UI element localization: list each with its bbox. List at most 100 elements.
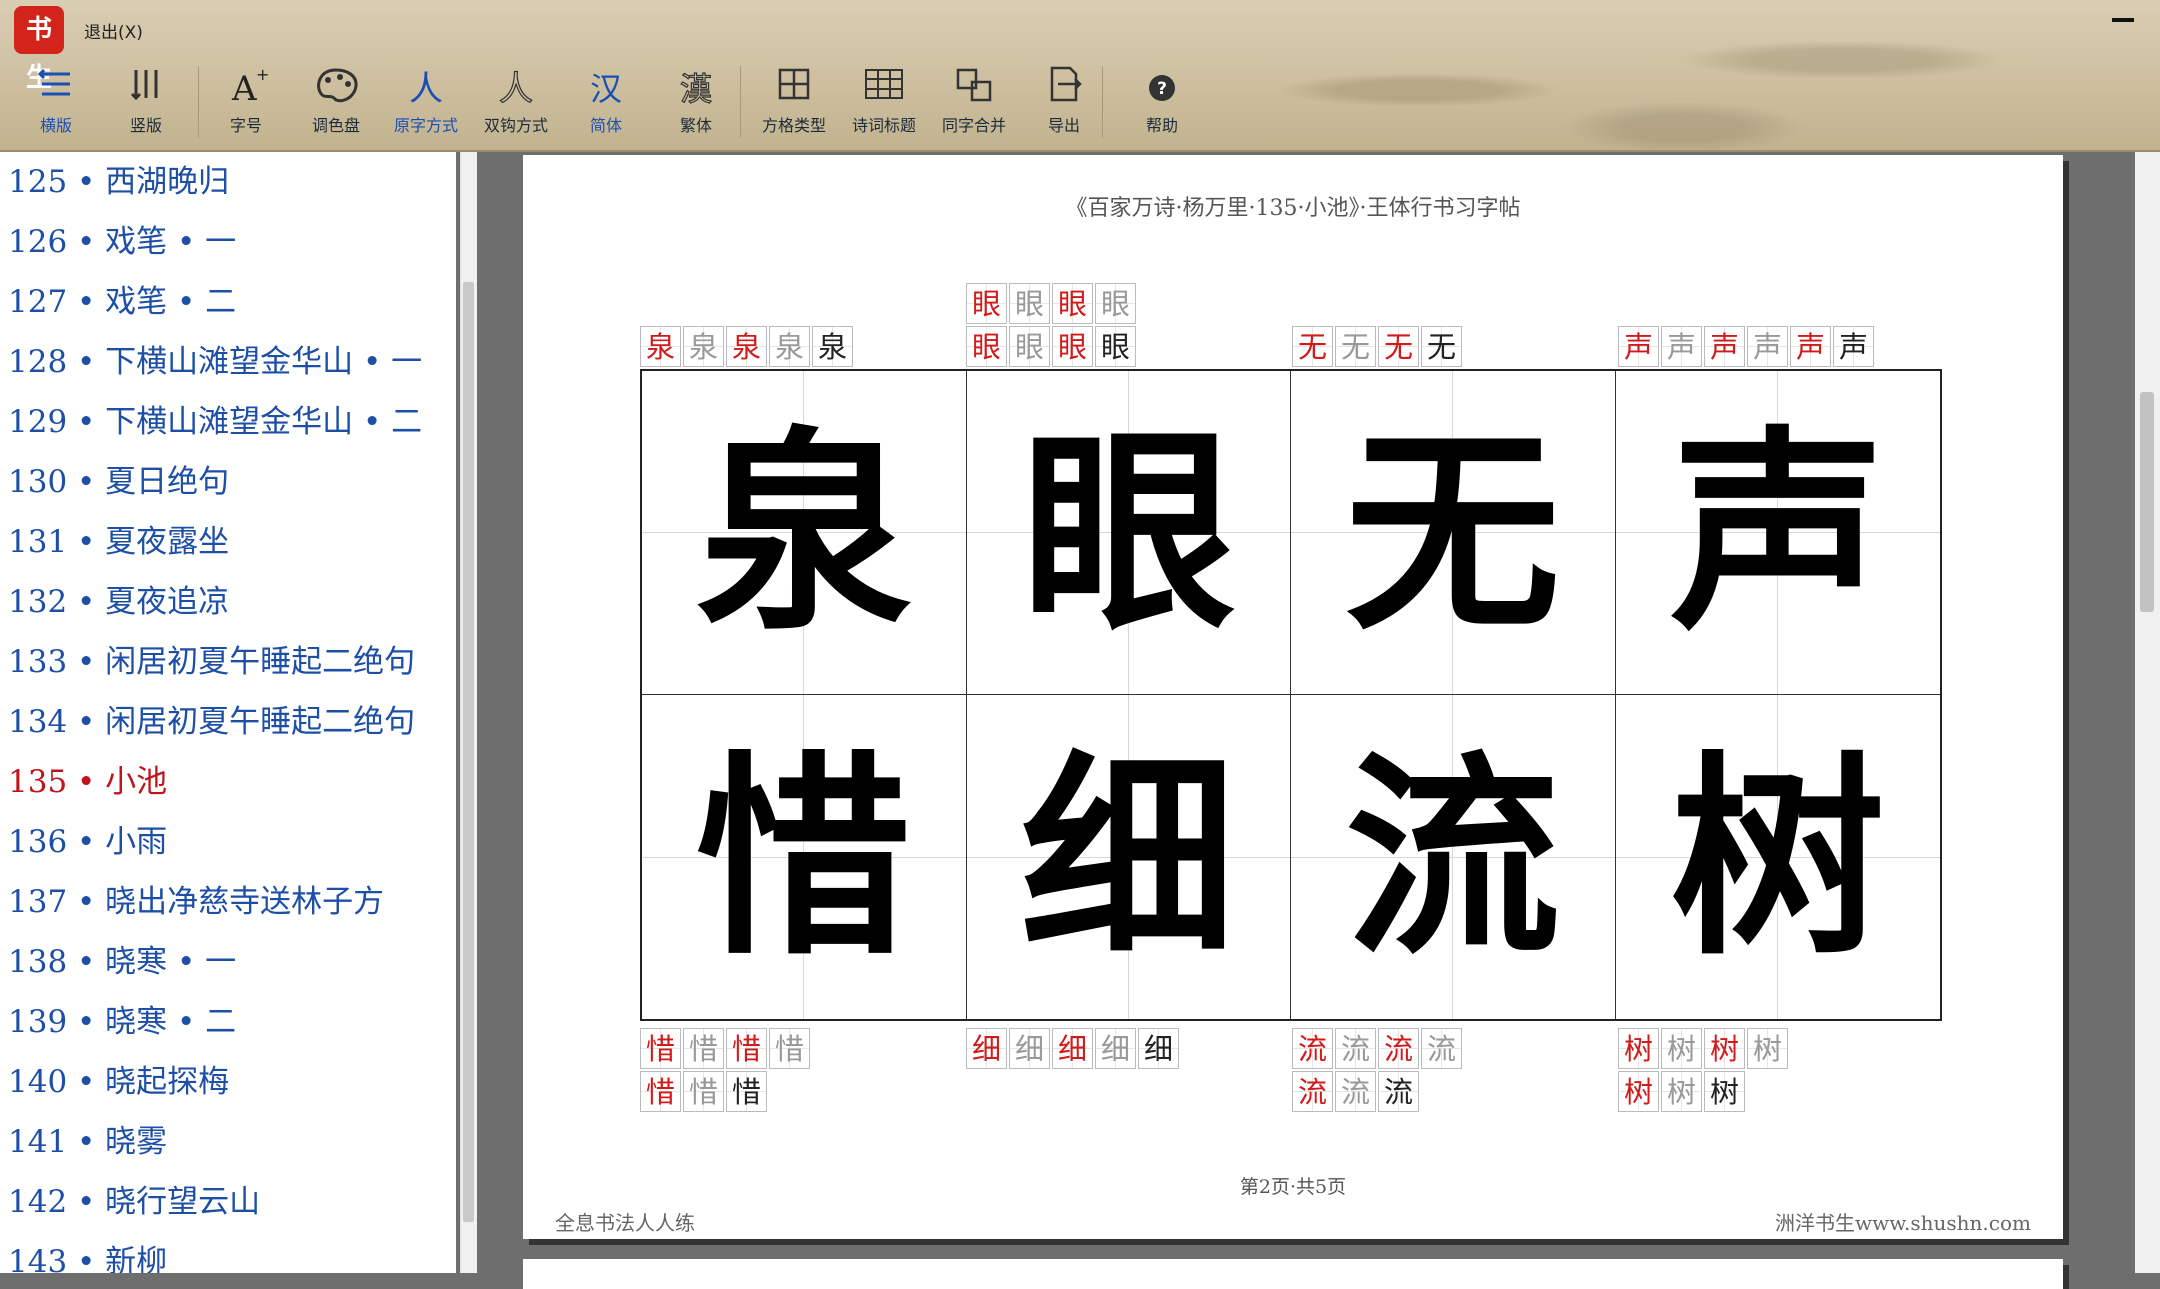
poem-list-item[interactable]: 130 • 夏日绝句	[0, 452, 456, 512]
toolbar-mural-background	[1100, 0, 2160, 150]
stroke-step-box: 声	[1747, 326, 1788, 367]
merge-chars-button[interactable]: 同字合并	[932, 62, 1016, 140]
minimize-icon[interactable]	[2112, 18, 2134, 22]
simplified-button[interactable]: 汉 简体	[564, 62, 648, 140]
stroke-step-box: 眼	[1009, 283, 1050, 324]
sidebar-scroll-thumb[interactable]	[463, 282, 474, 1222]
stroke-step-box: 惜	[640, 1071, 681, 1112]
poem-list-item[interactable]: 136 • 小雨	[0, 812, 456, 872]
practice-cell: 流	[1291, 695, 1616, 1019]
help-button[interactable]: ? 帮助	[1120, 62, 1204, 140]
palette-button[interactable]: 调色盘	[294, 62, 378, 140]
svg-text:汉: 汉	[590, 70, 622, 108]
page-title: 《百家万诗·杨万里·135·小池》·王体行书习字帖	[1065, 196, 1521, 221]
stroke-step-box: 细	[1009, 1028, 1050, 1069]
poem-list-item[interactable]: 141 • 晓雾	[0, 1112, 456, 1172]
stroke-order-strip: 树树树树树树树	[1618, 1028, 1798, 1114]
stroke-step-box: 细	[1138, 1028, 1179, 1069]
outline-char-icon: 人	[498, 68, 533, 108]
stroke-step-box: 惜	[683, 1071, 724, 1112]
stroke-step-box: 流	[1335, 1028, 1376, 1069]
toolbar-label: 双钩方式	[483, 116, 548, 135]
palette-icon	[317, 68, 358, 103]
poem-list-item-current[interactable]: 135 • 小池	[0, 752, 456, 812]
toolbar-separator	[740, 66, 741, 138]
stroke-step-box: 惜	[640, 1028, 681, 1069]
poem-list-item[interactable]: 143 • 新柳	[0, 1232, 456, 1273]
stroke-step-box: 流	[1378, 1071, 1419, 1112]
next-page-preview	[523, 1259, 2063, 1289]
poem-list-item[interactable]: 131 • 夏夜露坐	[0, 512, 456, 572]
toolbar-separator	[198, 66, 199, 138]
practice-cell: 惜	[642, 695, 967, 1019]
stroke-step-box: 流	[1292, 1028, 1333, 1069]
poem-title-icon	[865, 69, 903, 99]
stroke-step-box: 流	[1335, 1071, 1376, 1112]
stroke-step-box: 树	[1704, 1071, 1745, 1112]
stroke-order-strip: 惜惜惜惜惜惜惜	[640, 1028, 820, 1114]
app-logo: 书生	[14, 6, 64, 93]
poem-list-item[interactable]: 129 • 下横山滩望金华山 • 二	[0, 392, 456, 452]
poem-list-item[interactable]: 125 • 西湖晚归	[0, 152, 456, 212]
sidebar-scrollbar[interactable]	[460, 152, 477, 1273]
toolbar-separator	[1102, 66, 1103, 138]
stroke-step-box: 泉	[683, 326, 724, 367]
svg-text:人: 人	[409, 69, 443, 108]
document-scrollbar[interactable]	[2135, 152, 2160, 1273]
landscape-layout-icon	[37, 68, 70, 96]
copybook-page: 《百家万诗·杨万里·135·小池》·王体行书习字帖 泉泉泉泉泉 眼眼眼眼眼眼眼眼…	[523, 155, 2063, 1239]
stroke-order-strip: 细细细细细	[966, 1028, 1206, 1071]
grid-type-icon	[778, 68, 810, 100]
poem-list-item[interactable]: 132 • 夏夜追凉	[0, 572, 456, 632]
poem-list-item[interactable]: 127 • 戏笔 • 二	[0, 272, 456, 332]
stroke-step-box: 声	[1833, 326, 1874, 367]
toolbar-label: 诗词标题	[851, 116, 916, 135]
landscape-layout-button[interactable]: 横版	[14, 62, 98, 140]
original-char-button[interactable]: 人 原字方式	[384, 62, 468, 140]
practice-cell: 眼	[966, 371, 1291, 695]
stroke-step-box: 无	[1421, 326, 1462, 367]
stroke-step-box: 树	[1618, 1028, 1659, 1069]
poem-list-item[interactable]: 140 • 晓起探梅	[0, 1052, 456, 1112]
practice-grid: 泉 眼 无 声 惜 细 流 树	[640, 369, 1942, 1021]
toolbar-label: 导出	[1047, 116, 1080, 135]
svg-text:?: ?	[1157, 79, 1167, 99]
grid-type-button[interactable]: 方格类型	[752, 62, 836, 140]
toolbar-label: 原字方式	[393, 116, 458, 135]
export-button[interactable]: 导出	[1022, 62, 1106, 140]
poem-list-item[interactable]: 134 • 闲居初夏午睡起二绝句	[0, 692, 456, 752]
stroke-step-box: 树	[1704, 1028, 1745, 1069]
practice-cell: 泉	[642, 371, 967, 695]
font-size-button[interactable]: A + 字号	[204, 62, 288, 140]
stroke-step-box: 流	[1421, 1028, 1462, 1069]
stroke-step-box: 眼	[966, 283, 1007, 324]
poem-title-button[interactable]: 诗词标题	[842, 62, 926, 140]
svg-text:漢: 漢	[680, 70, 712, 108]
poem-list-item[interactable]: 142 • 晓行望云山	[0, 1172, 456, 1232]
stroke-step-box: 眼	[1009, 326, 1050, 367]
document-scroll-thumb[interactable]	[2140, 392, 2154, 612]
poem-list-item[interactable]: 133 • 闲居初夏午睡起二绝句	[0, 632, 456, 692]
poem-list-item[interactable]: 137 • 晓出净慈寺送林子方	[0, 872, 456, 932]
poem-list-item[interactable]: 138 • 晓寒 • 一	[0, 932, 456, 992]
exit-menu[interactable]: 退出(X)	[84, 18, 143, 43]
practice-cell: 声	[1615, 371, 1940, 695]
svg-text:人: 人	[499, 69, 533, 108]
stroke-step-box: 眼	[1052, 326, 1093, 367]
stroke-step-box: 眼	[1095, 326, 1136, 367]
poem-list-item[interactable]: 126 • 戏笔 • 一	[0, 212, 456, 272]
outline-char-button[interactable]: 人 双钩方式	[474, 62, 558, 140]
stroke-step-box: 声	[1661, 326, 1702, 367]
svg-text:A: A	[231, 69, 257, 108]
stroke-step-box: 细	[1052, 1028, 1093, 1069]
stroke-step-box: 惜	[683, 1028, 724, 1069]
traditional-button[interactable]: 漢 繁体	[654, 62, 738, 140]
poem-list-item[interactable]: 139 • 晓寒 • 二	[0, 992, 456, 1052]
portrait-layout-button[interactable]: 竖版	[104, 62, 188, 140]
help-icon: ?	[1149, 75, 1175, 101]
poem-list-item[interactable]: 128 • 下横山滩望金华山 • 一	[0, 332, 456, 392]
stroke-step-box: 惜	[726, 1028, 767, 1069]
stroke-step-box: 声	[1618, 326, 1659, 367]
simplified-icon: 汉	[590, 70, 622, 108]
toolbar-label: 帮助	[1145, 116, 1178, 135]
